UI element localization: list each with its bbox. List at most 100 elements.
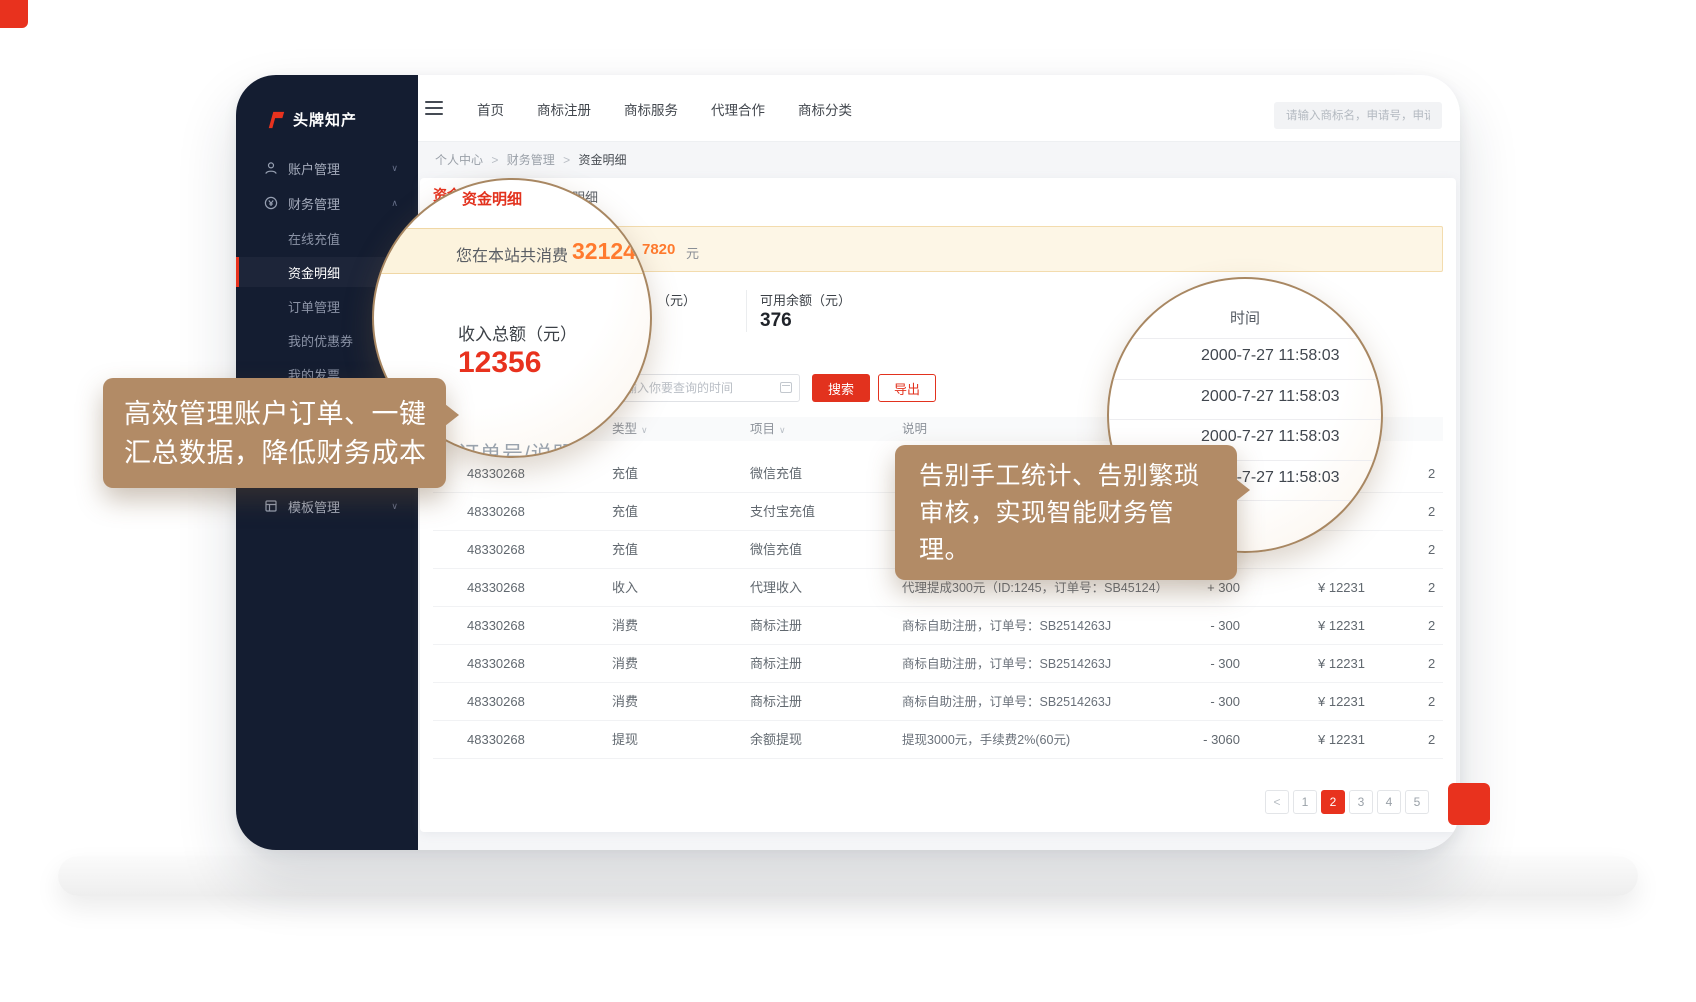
trademark-search-input[interactable] — [1274, 102, 1442, 129]
cell-type: 充值 — [612, 531, 638, 569]
pagination-page-4[interactable]: 4 — [1377, 790, 1401, 814]
cell-desc: 商标自助注册，订单号：SB2514263J — [902, 683, 1111, 721]
pagination-prev[interactable]: < — [1265, 790, 1289, 814]
nav-item-3[interactable]: 代理合作 — [711, 99, 765, 119]
nav-menu: 首页 商标注册 商标服务 代理合作 商标分类 — [477, 75, 852, 142]
brand-icon — [266, 110, 286, 130]
breadcrumb-item[interactable]: 个人中心 — [435, 153, 483, 167]
callout-left-text: 高效管理账户订单、一键 汇总数据，降低财务成本 — [103, 378, 446, 473]
cell-order: 48330268 — [467, 531, 525, 569]
cell-amount: - 300 — [1160, 645, 1240, 683]
table-row: 48330268消费商标注册商标自助注册，订单号：SB2514263J- 300… — [433, 607, 1443, 645]
cell-balance: ¥ 12231 — [1318, 645, 1365, 683]
header-desc: 说明 — [902, 417, 927, 441]
sidebar-item-label: 账户管理 — [288, 159, 340, 178]
magnified-time-value: 2000-7-27 11:58:03 — [1201, 428, 1383, 446]
cell-time: 2 — [1428, 455, 1435, 493]
logo: 头牌知产 — [266, 109, 357, 130]
callout-right: 告别手工统计、告别繁琐 审核，实现智能财务管 理。 — [895, 445, 1237, 580]
laptop-base — [58, 856, 1638, 896]
pagination-page-5[interactable]: 5 — [1405, 790, 1429, 814]
cell-balance: ¥ 12231 — [1318, 721, 1365, 759]
magnified-banner-prefix: 您在本站共消费 — [456, 242, 568, 266]
table-row: 48330268提现余额提现提现3000元，手续费2%(60元)- 3060¥ … — [433, 721, 1443, 759]
cell-desc: 提现3000元，手续费2%(60元) — [902, 721, 1070, 759]
magnified-time-header: 时间 — [1109, 307, 1381, 328]
template-icon — [264, 499, 278, 513]
cell-time: 2 — [1428, 531, 1435, 569]
nav-item-2[interactable]: 商标服务 — [624, 99, 678, 119]
cell-project: 商标注册 — [750, 607, 802, 645]
decor-red-square-top-left — [0, 0, 28, 28]
cell-type: 消费 — [612, 607, 638, 645]
sidebar-subitem-label: 我的优惠券 — [288, 331, 353, 350]
cell-time: 2 — [1428, 721, 1435, 759]
income-total-label: 收入总额（元） — [458, 320, 577, 345]
cell-type: 消费 — [612, 645, 638, 683]
cell-time: 2 — [1428, 645, 1435, 683]
magnified-time-value: 2000-7-27 11:58:03 — [1201, 388, 1383, 406]
sidebar-item-label: 财务管理 — [288, 194, 340, 213]
cell-time: 2 — [1428, 569, 1435, 607]
brand-name: 头牌知产 — [293, 109, 357, 130]
cell-amount: - 300 — [1160, 607, 1240, 645]
search-button[interactable]: 搜索 — [812, 374, 870, 402]
callout-arrow-right-icon — [1236, 479, 1250, 501]
nav-item-0[interactable]: 首页 — [477, 99, 504, 119]
stat-mid-label-partial: （元） — [657, 290, 696, 309]
header-project[interactable]: 项目∨ — [750, 417, 786, 442]
magnifier-row-divider — [1109, 379, 1381, 380]
cell-order: 48330268 — [467, 645, 525, 683]
breadcrumb-item[interactable]: 财务管理 — [507, 153, 555, 167]
nav-item-1[interactable]: 商标注册 — [537, 99, 591, 119]
stat-balance-value: 376 — [760, 310, 792, 332]
income-total-value: 12356 — [458, 346, 541, 380]
export-button[interactable]: 导出 — [878, 374, 936, 402]
calendar-icon[interactable] — [780, 382, 792, 393]
sidebar-item-label: 模板管理 — [288, 497, 340, 516]
table-row: 48330268消费商标注册商标自助注册，订单号：SB2514263J- 300… — [433, 683, 1443, 721]
sidebar-item-finance[interactable]: 财务管理 ∧ — [236, 188, 418, 218]
cell-type: 消费 — [612, 683, 638, 721]
cell-amount: - 3060 — [1160, 721, 1240, 759]
cell-project: 商标注册 — [750, 645, 802, 683]
cell-order: 48330268 — [467, 721, 525, 759]
cell-order: 48330268 — [467, 455, 525, 493]
magnifier-row-divider — [1109, 338, 1381, 339]
pagination-page-2[interactable]: 2 — [1321, 790, 1345, 814]
sidebar-subitem-label: 资金明细 — [288, 263, 340, 282]
banner-unit: 元 — [686, 243, 699, 262]
cell-type: 充值 — [612, 493, 638, 531]
nav-item-4[interactable]: 商标分类 — [798, 99, 852, 119]
cell-order: 48330268 — [467, 683, 525, 721]
pagination-page-3[interactable]: 3 — [1349, 790, 1373, 814]
breadcrumb-separator: > — [563, 153, 570, 167]
cell-project: 代理收入 — [750, 569, 802, 607]
cell-balance: ¥ 12231 — [1318, 569, 1365, 607]
decor-red-square-bottom-right — [1448, 783, 1490, 825]
cell-project: 微信充值 — [750, 531, 802, 569]
cell-type: 收入 — [612, 569, 638, 607]
cell-project: 支付宝充值 — [750, 493, 815, 531]
sort-icon[interactable]: ∨ — [779, 425, 786, 435]
sort-icon[interactable]: ∨ — [641, 425, 648, 435]
pagination: <12345 — [1265, 790, 1429, 814]
breadcrumb[interactable]: 个人中心 > 财务管理 > 资金明细 — [435, 151, 626, 168]
sidebar-subitem-label: 在线充值 — [288, 229, 340, 248]
sidebar-subitem-label: 订单管理 — [288, 297, 340, 316]
cell-time: 2 — [1428, 607, 1435, 645]
user-icon — [264, 161, 278, 175]
cell-desc: 商标自助注册，订单号：SB2514263J — [902, 645, 1111, 683]
cell-desc: 商标自助注册，订单号：SB2514263J — [902, 607, 1111, 645]
cell-amount: - 300 — [1160, 683, 1240, 721]
sidebar-item-account[interactable]: 账户管理 ∨ — [236, 153, 418, 183]
pagination-page-1[interactable]: 1 — [1293, 790, 1317, 814]
breadcrumb-separator: > — [491, 153, 498, 167]
callout-arrow-right-icon — [445, 404, 459, 426]
cell-type: 充值 — [612, 455, 638, 493]
cell-type: 提现 — [612, 721, 638, 759]
hamburger-menu-icon[interactable] — [425, 101, 443, 115]
chevron-down-icon: ∨ — [391, 163, 398, 174]
cell-time: 2 — [1428, 493, 1435, 531]
sidebar-item-template[interactable]: 模板管理 ∨ — [236, 491, 418, 521]
